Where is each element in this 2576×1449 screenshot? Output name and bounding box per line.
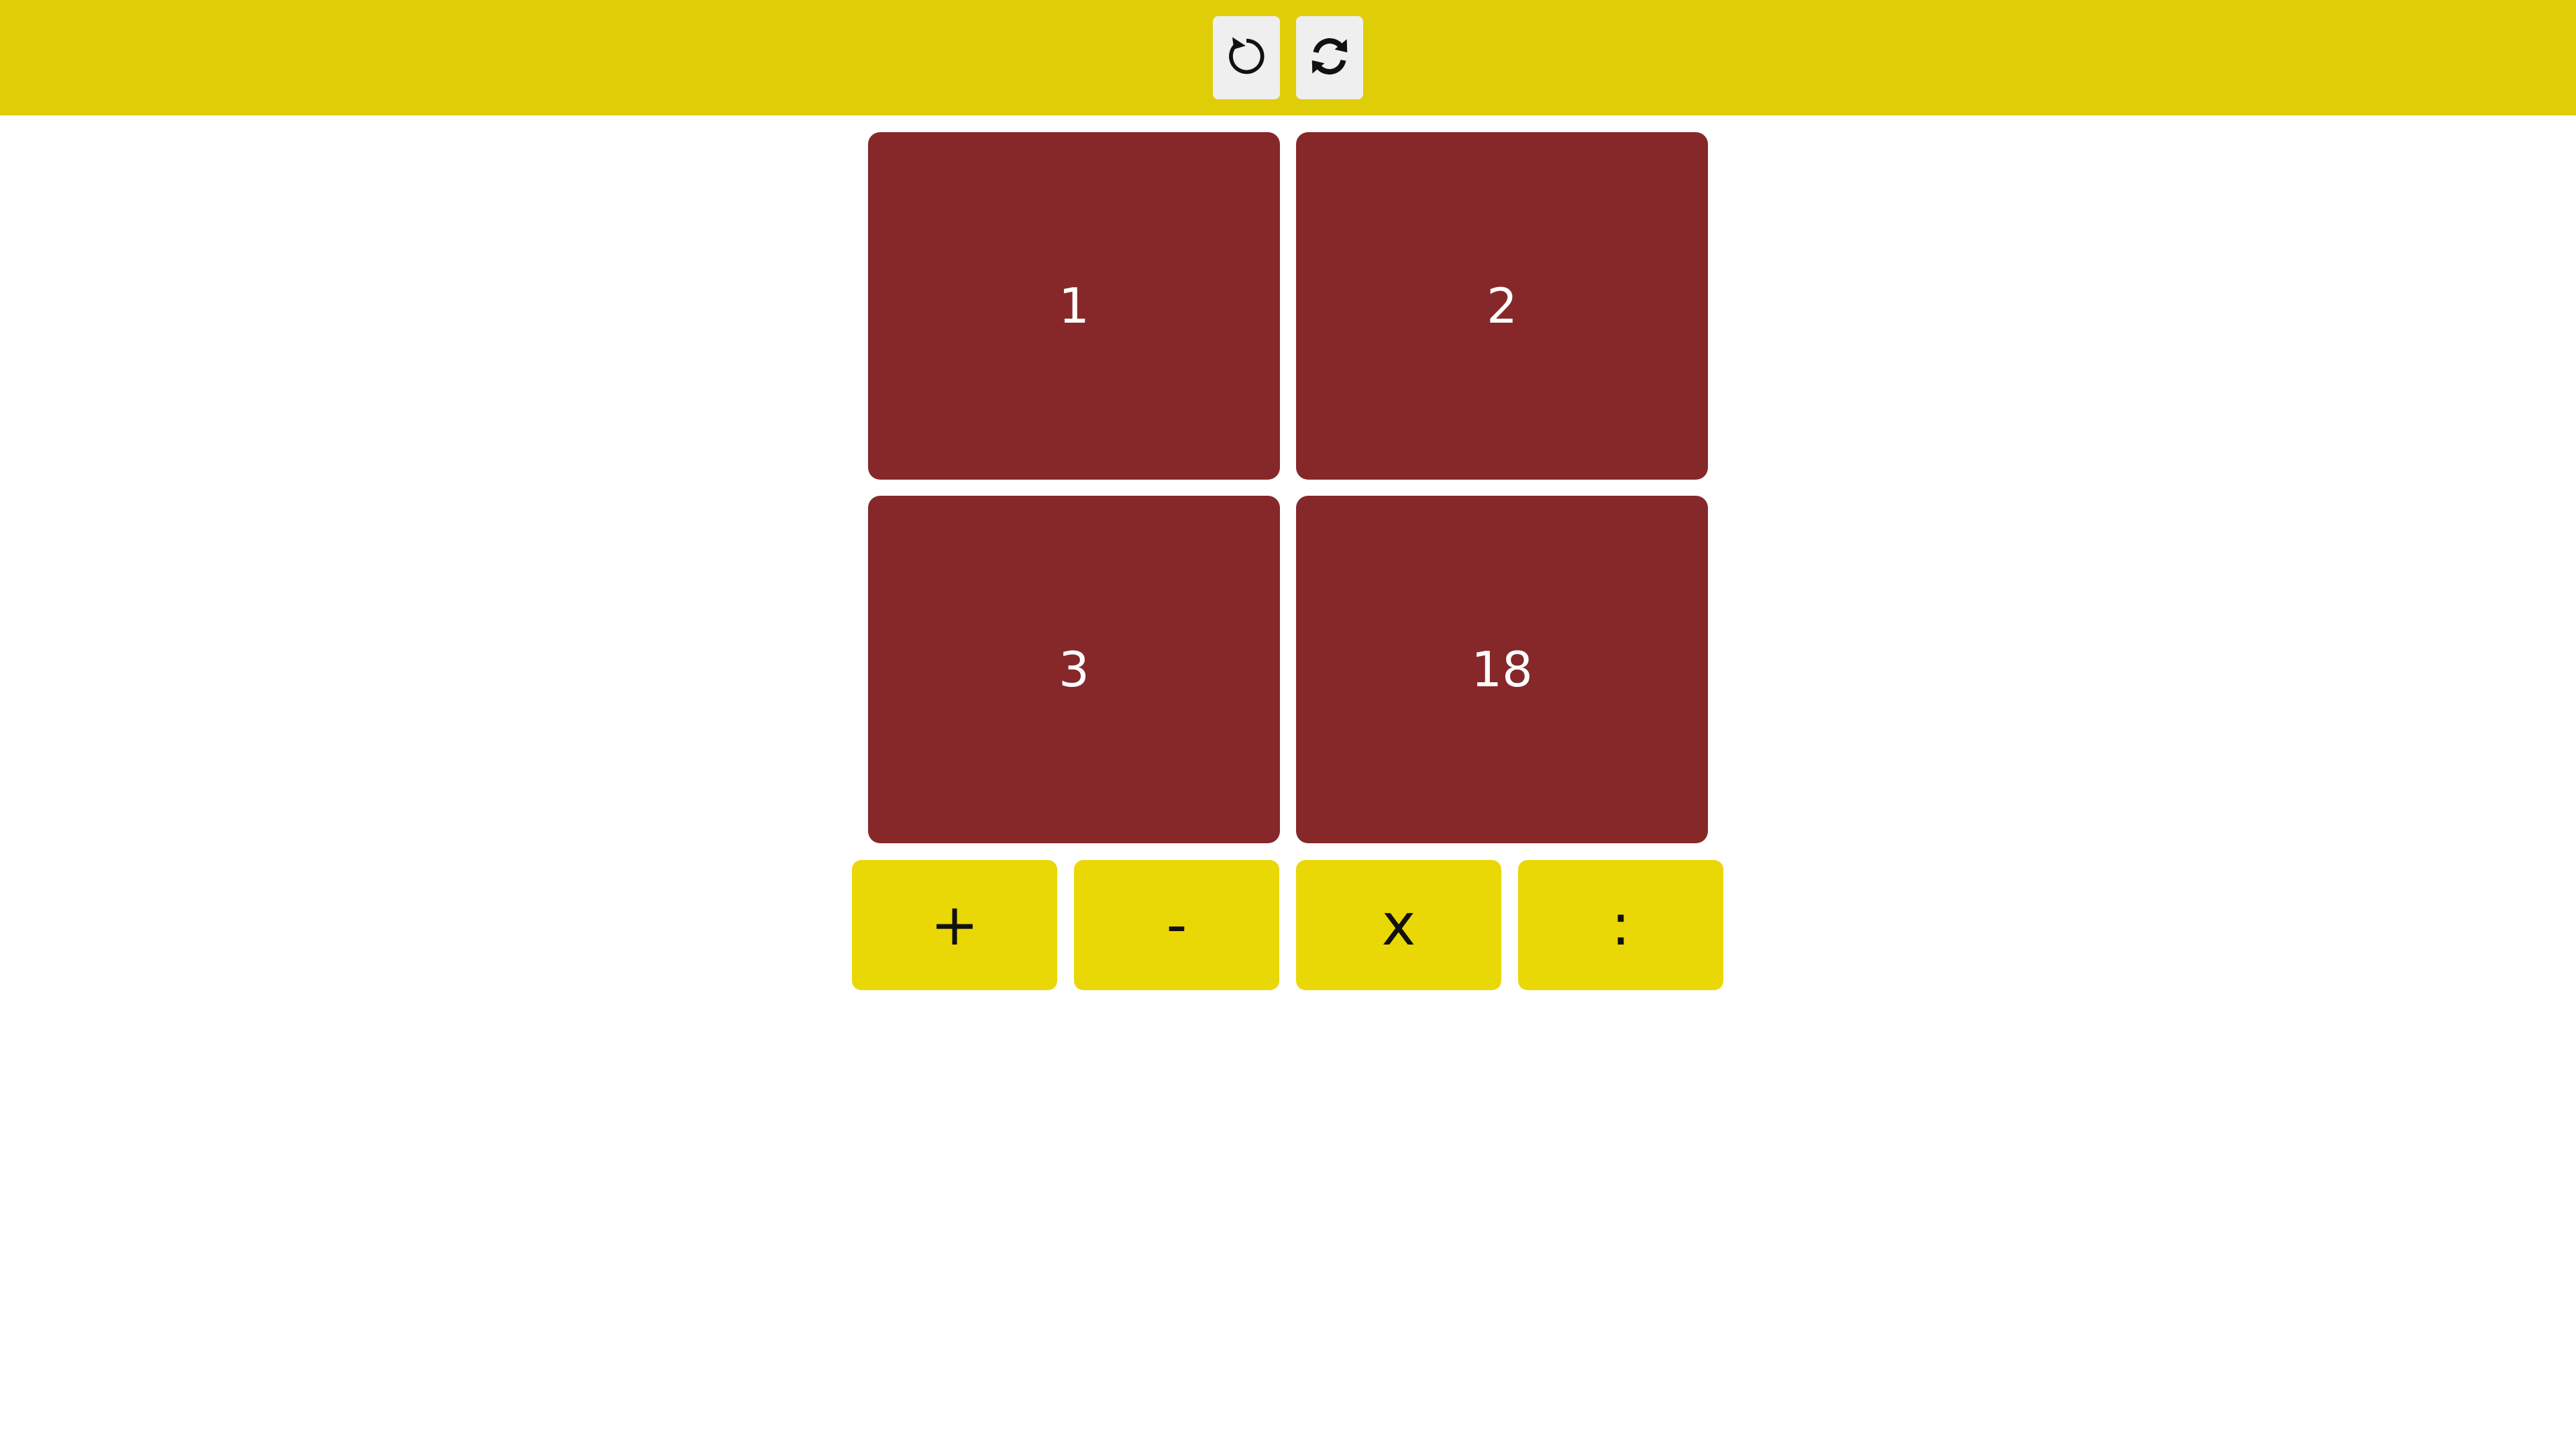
multiply-button[interactable]: x: [1296, 860, 1501, 990]
plus-button[interactable]: +: [852, 860, 1057, 990]
reset-button[interactable]: [1296, 16, 1363, 99]
minus-button[interactable]: -: [1074, 860, 1279, 990]
number-card-4[interactable]: 18: [1296, 496, 1708, 843]
top-toolbar: [0, 0, 2576, 115]
number-card-2[interactable]: 2: [1296, 132, 1708, 480]
undo-icon: [1223, 33, 1270, 83]
undo-button[interactable]: [1213, 16, 1280, 99]
refresh-icon: [1306, 33, 1353, 83]
number-card-3[interactable]: 3: [868, 496, 1280, 843]
divide-button[interactable]: :: [1518, 860, 1723, 990]
number-card-1[interactable]: 1: [868, 132, 1280, 480]
